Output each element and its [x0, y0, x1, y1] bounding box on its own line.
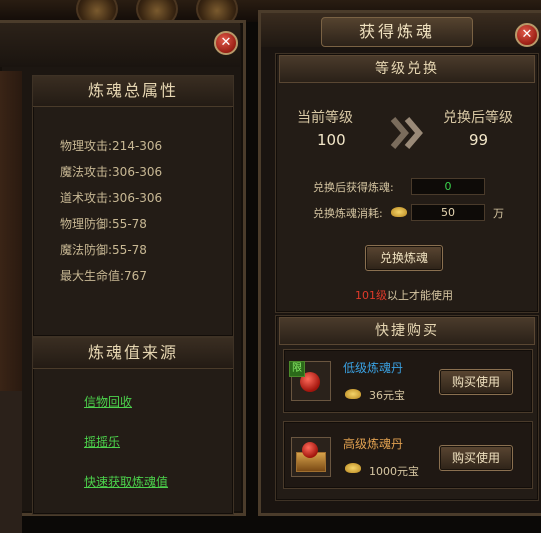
gold-ingot-icon: [345, 463, 361, 473]
attribute-panel-title: 炼魂总属性: [33, 76, 233, 107]
stat-row: 道术攻击:306-306: [60, 191, 163, 205]
after-level-label: 兑换后等级: [443, 110, 513, 126]
gold-ingot-icon: [391, 207, 407, 217]
requirement-text: 101级以上才能使用: [355, 289, 453, 302]
after-level-value: 99: [469, 131, 489, 149]
left-window-header: [0, 23, 240, 67]
limited-badge: 限: [289, 361, 305, 377]
attribute-window: ✕ 炼魂总属性 物理攻击:214-306 魔法攻击:306-306 道术攻击:3…: [0, 20, 246, 533]
obtain-soul-window: 获得炼魂 ✕ 等级兑换 当前等级 100 兑换后等级 99 兑换后获得炼魂: 0…: [258, 10, 541, 516]
source-panel-title: 炼魂值来源: [33, 338, 233, 369]
exchange-soul-button[interactable]: 兑换炼魂: [365, 245, 443, 271]
current-level-value: 100: [317, 131, 346, 149]
cost-unit: 万: [493, 207, 504, 220]
item-price-high: 1000元宝: [369, 465, 419, 478]
item-name-low: 低级炼魂丹: [343, 361, 404, 375]
buy-use-button-high[interactable]: 购买使用: [439, 445, 513, 471]
stat-row: 魔法防御:55-78: [60, 243, 147, 257]
link-quick-gain[interactable]: 快速获取炼魂值: [84, 473, 168, 490]
stat-row: 最大生命值:767: [60, 269, 147, 283]
character-art-edge: [0, 391, 22, 533]
red-pill-icon: [302, 442, 318, 458]
current-level-label: 当前等级: [297, 110, 353, 126]
stat-row: 物理攻击:214-306: [60, 139, 163, 153]
link-token-recycle[interactable]: 信物回收: [84, 393, 132, 410]
double-chevron-right-icon: [387, 115, 427, 151]
gain-label: 兑换后获得炼魂:: [313, 181, 394, 194]
stat-row: 物理防御:55-78: [60, 217, 147, 231]
quick-buy-title: 快捷购买: [279, 317, 535, 345]
cost-label: 兑换炼魂消耗:: [313, 207, 383, 220]
close-icon[interactable]: ✕: [214, 31, 238, 55]
buy-use-button-low[interactable]: 购买使用: [439, 369, 513, 395]
attribute-panel: 炼魂总属性: [32, 75, 234, 337]
cost-value-field: 50: [411, 204, 485, 221]
close-icon[interactable]: ✕: [515, 23, 539, 47]
item-price-low: 36元宝: [369, 389, 405, 402]
gold-ingot-icon: [345, 389, 361, 399]
item-name-high: 高级炼魂丹: [343, 437, 404, 451]
link-shake-game[interactable]: 摇摇乐: [84, 433, 120, 450]
character-art-edge: [0, 71, 22, 421]
gain-value-field: 0: [411, 178, 485, 195]
window-title: 获得炼魂: [321, 17, 473, 47]
stat-row: 魔法攻击:306-306: [60, 165, 163, 179]
item-slot[interactable]: [291, 437, 331, 477]
exchange-section-title: 等级兑换: [279, 55, 535, 83]
